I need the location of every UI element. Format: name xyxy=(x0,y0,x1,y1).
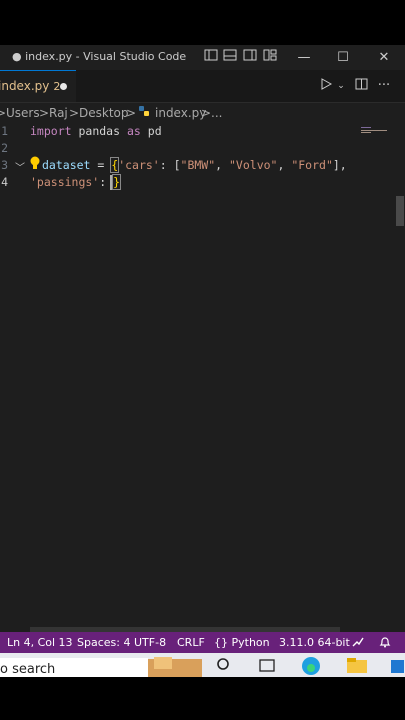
language-mode[interactable]: {} Python xyxy=(214,636,270,649)
string-volvo: "Volvo" xyxy=(229,158,278,172)
search-text: o search xyxy=(0,662,56,677)
code-editor[interactable]: 1 2 3 4 import pandas as pd ﹀ dataset = … xyxy=(0,124,405,634)
chevron-down-icon[interactable]: ⌄ xyxy=(333,78,349,94)
variable-dataset: dataset xyxy=(42,158,91,172)
close-bracket: ], xyxy=(332,158,347,172)
comma: , xyxy=(215,158,229,172)
editor-tab-bar: index.py 2 ⌄ ··· xyxy=(0,70,405,103)
window-title: ● index.py - Visual Studio Code xyxy=(12,50,187,63)
run-python-file-icon[interactable] xyxy=(318,78,334,94)
keyword-as: as xyxy=(126,124,141,138)
close-button[interactable]: ✕ xyxy=(368,45,400,70)
bell-icon[interactable] xyxy=(379,635,391,651)
line-number: 1 xyxy=(1,124,8,138)
file-explorer-icon[interactable] xyxy=(346,656,368,677)
status-bar: Ln 4, Col 13 Spaces: 4 UTF-8 CRLF {} Pyt… xyxy=(0,632,405,653)
toggle-secondary-sidebar-icon[interactable] xyxy=(242,49,258,65)
fold-chevron-icon[interactable]: ﹀ xyxy=(15,159,25,174)
code-line-1: import pandas as pd xyxy=(30,124,162,138)
minimap[interactable] xyxy=(358,124,394,654)
breadcrumb-symbols[interactable]: ... xyxy=(211,106,222,120)
text-cursor xyxy=(110,175,112,190)
tab-label: index.py 2 xyxy=(0,79,60,93)
breadcrumb-users[interactable]: Users xyxy=(6,106,40,120)
vertical-scrollbar[interactable] xyxy=(394,124,405,677)
vscode-window: ● index.py - Visual Studio Code — ☐ ✕ in… xyxy=(0,45,405,677)
breadcrumb: > Users > Raj > Desktop > index.py > ... xyxy=(0,102,405,124)
windows-taskbar: o search xyxy=(0,653,405,677)
scrollbar-thumb[interactable] xyxy=(396,196,404,226)
breadcrumb-desktop[interactable]: Desktop xyxy=(79,106,129,120)
toggle-primary-sidebar-icon[interactable] xyxy=(203,49,219,65)
cursor-position[interactable]: Ln 4, Col 13 xyxy=(7,636,73,649)
keyword-import: import xyxy=(30,124,72,138)
line-number: 3 xyxy=(1,158,8,172)
minimize-button[interactable]: — xyxy=(288,45,320,70)
unsaved-dot-icon[interactable] xyxy=(60,83,67,90)
dict-key-cars: 'cars' xyxy=(118,158,160,172)
module-name: pandas xyxy=(78,124,121,138)
title-bar: ● index.py - Visual Studio Code — ☐ ✕ xyxy=(0,45,405,70)
assign-operator: = xyxy=(90,158,112,172)
lightbulb-icon[interactable] xyxy=(29,156,41,173)
taskbar-search-box[interactable]: o search xyxy=(0,658,148,677)
module-alias: pd xyxy=(147,124,162,138)
code-line-4: 'passings': } xyxy=(30,174,122,190)
code-line-3: dataset = {'cars': ["BMW", "Volvo", "For… xyxy=(42,157,347,173)
line-ending[interactable]: CRLF xyxy=(177,636,205,649)
encoding[interactable]: UTF-8 xyxy=(134,636,166,649)
feedback-icon[interactable] xyxy=(351,635,365,651)
close-brace: } xyxy=(112,174,122,190)
string-ford: "Ford" xyxy=(291,158,333,172)
comma: , xyxy=(277,158,292,172)
colon-bracket: : [ xyxy=(159,158,181,172)
python-file-icon xyxy=(138,105,150,120)
breadcrumb-separator-icon: > xyxy=(69,106,80,120)
breadcrumb-separator-icon: > xyxy=(126,106,137,120)
start-search-icon[interactable] xyxy=(216,657,232,677)
edge-browser-icon[interactable] xyxy=(300,655,322,677)
breadcrumb-file[interactable]: index.py xyxy=(155,106,206,120)
tab-filename: index.py xyxy=(0,79,50,93)
tab-index-py[interactable]: index.py 2 xyxy=(0,70,76,102)
indentation[interactable]: Spaces: 4 xyxy=(77,636,130,649)
dict-key-passings: 'passings' xyxy=(30,175,100,189)
toggle-panel-icon[interactable] xyxy=(222,49,238,65)
task-view-icon[interactable] xyxy=(258,657,276,677)
more-actions-icon[interactable]: ··· xyxy=(376,78,392,94)
maximize-button[interactable]: ☐ xyxy=(327,45,359,70)
customize-layout-icon[interactable] xyxy=(262,49,278,65)
python-interpreter[interactable]: 3.11.0 64-bit xyxy=(279,636,350,649)
line-number: 4 xyxy=(1,175,8,189)
breadcrumb-raj[interactable]: Raj xyxy=(49,106,68,120)
split-editor-icon[interactable] xyxy=(353,78,369,94)
news-widget-icon[interactable] xyxy=(148,655,204,677)
store-app-icon[interactable] xyxy=(390,656,404,677)
line-number: 2 xyxy=(1,141,8,155)
breadcrumb-separator-icon: > xyxy=(39,106,50,120)
breadcrumb-separator-icon: > xyxy=(201,106,212,120)
string-bmw: "BMW" xyxy=(180,158,216,172)
